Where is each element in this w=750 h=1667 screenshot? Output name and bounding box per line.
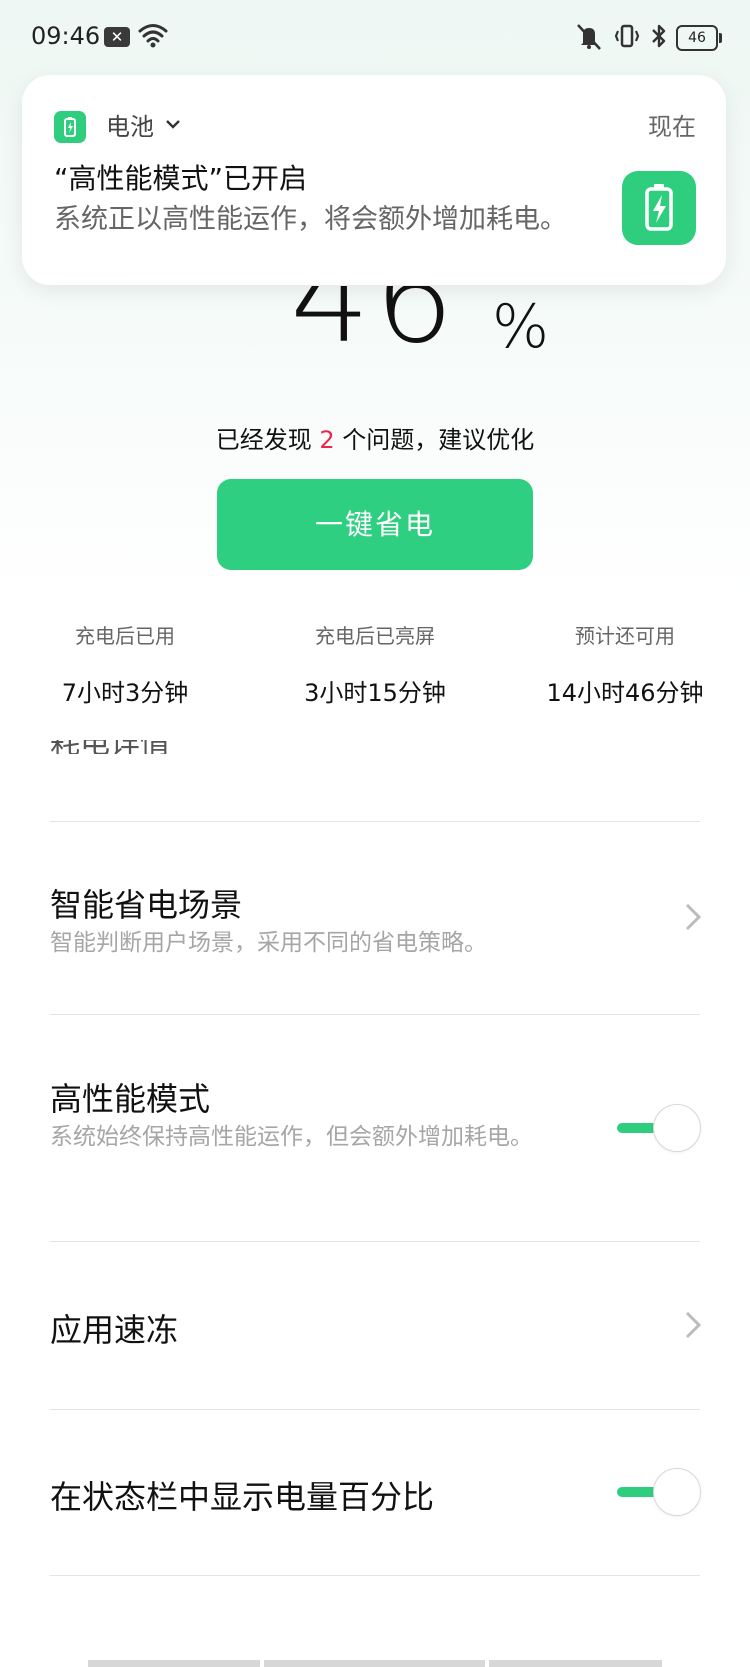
percent-sign: %	[492, 292, 550, 362]
battery-percentage: 46 %	[260, 286, 560, 376]
divider	[50, 1241, 700, 1242]
tab-indicator-segment	[489, 1660, 662, 1667]
stat-value: 14小时46分钟	[546, 679, 704, 707]
notification-app-name: 电池	[106, 113, 154, 141]
high-performance-subtitle: 系统始终保持高性能运作，但会额外增加耗电。	[50, 1124, 533, 1150]
one-tap-save-button[interactable]: 一键省电	[217, 479, 533, 570]
notification-time: 现在	[648, 113, 696, 141]
notification-badge-icon: ✕	[104, 27, 130, 47]
smart-saving-subtitle: 智能判断用户场景，采用不同的省电策略。	[50, 930, 487, 956]
vibrate-icon	[612, 21, 642, 55]
bluetooth-icon	[650, 21, 668, 55]
vibrate-mute-icon	[574, 21, 604, 55]
divider	[50, 1409, 700, 1410]
wifi-icon	[138, 22, 168, 52]
partial-row-title: 耗电详情	[50, 740, 700, 754]
high-performance-toggle[interactable]	[617, 1104, 701, 1152]
battery-notification-card[interactable]: 电池 现在 “高性能模式”已开启 系统正以高性能运作，将会额外增加耗电。	[22, 75, 726, 285]
stat-screen-on-since-charge: 充电后已亮屏 3小时15分钟	[250, 620, 500, 708]
partial-settings-row[interactable]: 耗电详情	[50, 740, 700, 754]
issues-suffix: 个问题，建议优化	[334, 426, 535, 454]
stat-used-since-charge: 充电后已用 7小时3分钟	[0, 620, 250, 708]
stat-value: 3小时15分钟	[304, 679, 446, 707]
status-time: 09:46	[31, 22, 101, 50]
stat-estimated-remaining: 预计还可用 14小时46分钟	[500, 620, 750, 708]
chevron-right-icon[interactable]	[684, 1310, 702, 1344]
high-performance-title: 高性能模式	[50, 1080, 211, 1118]
battery-charging-icon	[622, 171, 696, 245]
issues-summary: 已经发现 2 个问题，建议优化	[0, 420, 750, 455]
notification-title: “高性能模式”已开启	[54, 162, 308, 195]
app-freeze-title[interactable]: 应用速冻	[50, 1305, 178, 1351]
toggle-knob	[653, 1468, 701, 1516]
divider	[50, 1014, 700, 1015]
show-percentage-title: 在状态栏中显示电量百分比	[50, 1478, 435, 1516]
issues-prefix: 已经发现	[215, 426, 320, 454]
tab-indicator-segment	[88, 1660, 260, 1667]
show-percentage-toggle[interactable]	[617, 1468, 701, 1516]
stat-label: 充电后已亮屏	[315, 624, 435, 648]
bottom-tab-indicator	[88, 1660, 662, 1667]
battery-app-icon	[54, 111, 86, 143]
toggle-knob	[653, 1104, 701, 1152]
divider	[50, 1575, 700, 1576]
stat-label: 充电后已用	[75, 624, 175, 648]
battery-icon: 46	[676, 25, 722, 51]
tab-indicator-segment	[264, 1660, 485, 1667]
divider	[50, 821, 700, 822]
chevron-right-icon[interactable]	[684, 902, 702, 936]
issues-count: 2	[319, 426, 335, 454]
status-bar: 09:46 ✕ 46	[0, 0, 750, 76]
chevron-down-icon[interactable]	[165, 115, 181, 134]
stat-value: 7小时3分钟	[61, 679, 189, 707]
notification-body: 系统正以高性能运作，将会额外增加耗电。	[54, 204, 567, 235]
stat-label: 预计还可用	[575, 624, 675, 648]
smart-saving-title[interactable]: 智能省电场景	[50, 880, 242, 926]
battery-percent-value: 46	[290, 286, 459, 371]
